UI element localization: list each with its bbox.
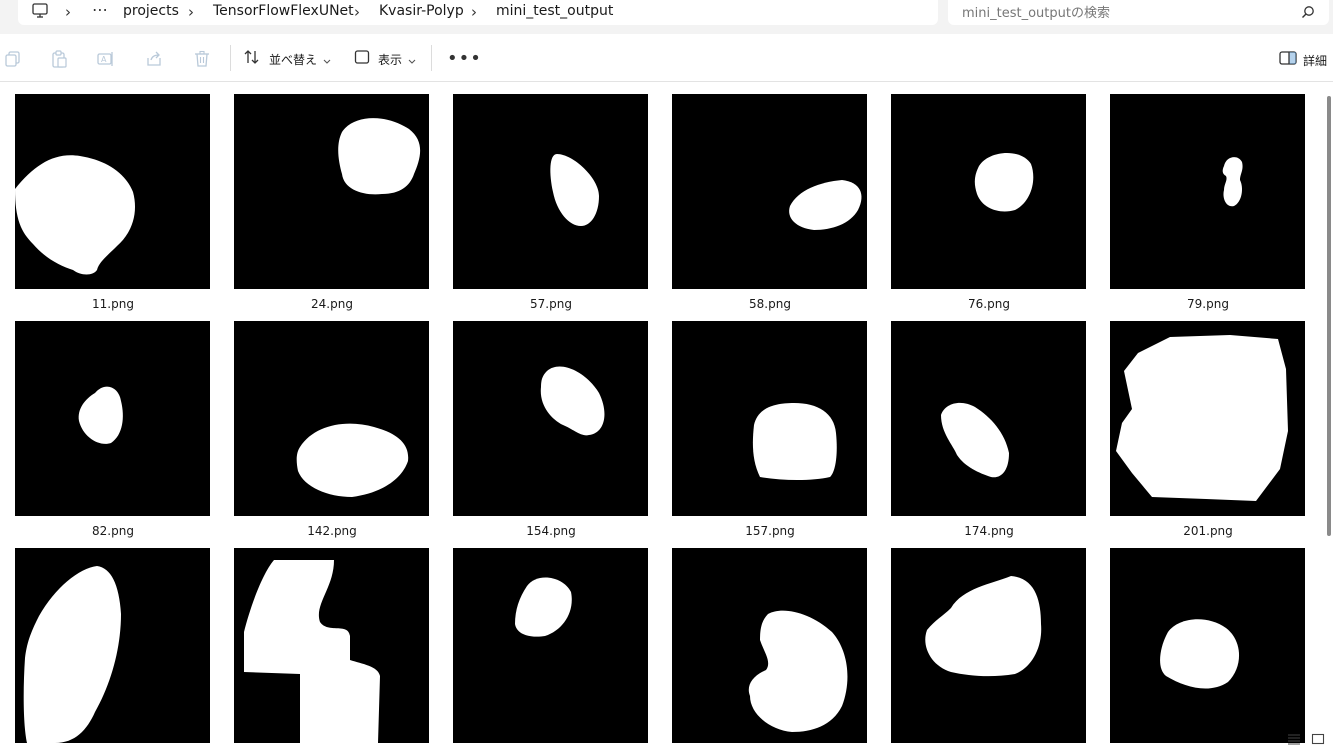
file-name: 58.png <box>749 297 791 311</box>
view-button[interactable]: 表示 <box>354 45 416 73</box>
svg-text:A: A <box>101 55 107 64</box>
file-name: 82.png <box>92 524 134 538</box>
file-item[interactable] <box>234 548 430 751</box>
breadcrumb-item-tensorflowflexunet[interactable]: TensorFlowFlexUNet <box>213 3 354 19</box>
mask-thumbnail <box>15 548 210 743</box>
toolbar-divider <box>230 45 231 71</box>
mask-thumbnail <box>891 94 1086 289</box>
file-item[interactable] <box>453 548 649 751</box>
file-item[interactable]: 142.png <box>234 321 430 538</box>
file-name: 11.png <box>92 297 134 311</box>
file-item[interactable]: 57.png <box>453 94 649 311</box>
file-item[interactable]: 82.png <box>15 321 211 538</box>
file-item[interactable]: 174.png <box>891 321 1087 538</box>
file-item[interactable]: 79.png <box>1110 94 1306 311</box>
file-item[interactable]: 11.png <box>15 94 211 311</box>
file-item[interactable] <box>672 548 868 751</box>
file-name: 76.png <box>968 297 1010 311</box>
file-item[interactable]: 157.png <box>672 321 868 538</box>
view-label: 表示 <box>378 52 403 67</box>
mask-thumbnail <box>672 321 867 516</box>
chevron-right-icon: › <box>65 3 71 21</box>
details-pane-button[interactable]: 詳細 <box>1279 50 1327 70</box>
search-icon[interactable] <box>1301 4 1315 23</box>
rename-icon[interactable]: A <box>97 50 115 68</box>
copy-icon[interactable] <box>4 50 22 68</box>
breadcrumb-item-kvasir-polyp[interactable]: Kvasir-Polyp <box>379 3 464 19</box>
file-name: 57.png <box>530 297 572 311</box>
breadcrumb-item-mini-test-output[interactable]: mini_test_output <box>496 3 613 19</box>
share-icon[interactable] <box>145 50 163 68</box>
sort-icon <box>243 48 261 70</box>
chevron-right-icon: › <box>188 3 194 21</box>
breadcrumb-more-button[interactable]: ⋯ <box>92 0 109 19</box>
mask-thumbnail <box>1110 94 1305 289</box>
file-item[interactable] <box>15 548 211 751</box>
mask-thumbnail <box>891 548 1086 743</box>
mask-thumbnail <box>672 548 867 743</box>
search-input[interactable] <box>960 2 1294 24</box>
file-item[interactable]: 201.png <box>1110 321 1306 538</box>
chevron-right-icon: › <box>471 3 477 21</box>
mask-thumbnail <box>453 548 648 743</box>
mask-thumbnail <box>234 321 429 516</box>
mask-thumbnail <box>453 94 648 289</box>
sort-button[interactable]: 並べ替え <box>243 45 331 73</box>
this-pc-icon[interactable] <box>32 2 48 24</box>
command-bar: A 並べ替え 表示 ••• 詳細 <box>0 35 1333 82</box>
mask-thumbnail <box>453 321 648 516</box>
mask-thumbnail <box>15 94 210 289</box>
file-item[interactable]: 76.png <box>891 94 1087 311</box>
file-name: 201.png <box>1183 524 1233 538</box>
large-icons-view-icon[interactable] <box>1311 730 1325 749</box>
mask-thumbnail <box>1110 321 1305 516</box>
chevron-down-icon <box>408 50 416 69</box>
file-grid: 11.png 24.png 57.png 58.png 76.png 79.pn… <box>0 82 1324 753</box>
mask-thumbnail <box>891 321 1086 516</box>
sort-label: 並べ替え <box>269 52 318 67</box>
file-item[interactable]: 154.png <box>453 321 649 538</box>
mask-thumbnail <box>672 94 867 289</box>
details-pane-icon <box>1279 50 1297 70</box>
breadcrumb-item-projects[interactable]: projects <box>123 3 179 19</box>
paste-icon[interactable] <box>50 50 68 68</box>
chevron-right-icon: › <box>354 3 360 21</box>
vertical-scrollbar[interactable] <box>1327 96 1331 536</box>
file-name: 24.png <box>311 297 353 311</box>
view-toggle <box>1287 730 1325 749</box>
toolbar-divider <box>431 45 432 71</box>
breadcrumb[interactable]: › ⋯ projects › TensorFlowFlexUNet › Kvas… <box>18 0 938 25</box>
file-item[interactable]: 58.png <box>672 94 868 311</box>
view-icon <box>354 49 370 69</box>
details-view-icon[interactable] <box>1287 730 1301 749</box>
mask-thumbnail <box>234 548 429 743</box>
file-name: 142.png <box>307 524 357 538</box>
file-item[interactable] <box>1110 548 1306 751</box>
file-item[interactable] <box>891 548 1087 751</box>
mask-thumbnail <box>15 321 210 516</box>
mask-thumbnail <box>1110 548 1305 743</box>
mask-thumbnail <box>234 94 429 289</box>
file-name: 79.png <box>1187 297 1229 311</box>
file-name: 157.png <box>745 524 795 538</box>
file-name: 154.png <box>526 524 576 538</box>
file-item[interactable]: 24.png <box>234 94 430 311</box>
search-box <box>948 0 1329 25</box>
address-bar-row: › ⋯ projects › TensorFlowFlexUNet › Kvas… <box>0 0 1333 34</box>
chevron-down-icon <box>323 50 331 69</box>
delete-icon[interactable] <box>193 50 211 68</box>
details-label: 詳細 <box>1302 53 1327 68</box>
file-name: 174.png <box>964 524 1014 538</box>
more-options-button[interactable]: ••• <box>447 48 482 69</box>
